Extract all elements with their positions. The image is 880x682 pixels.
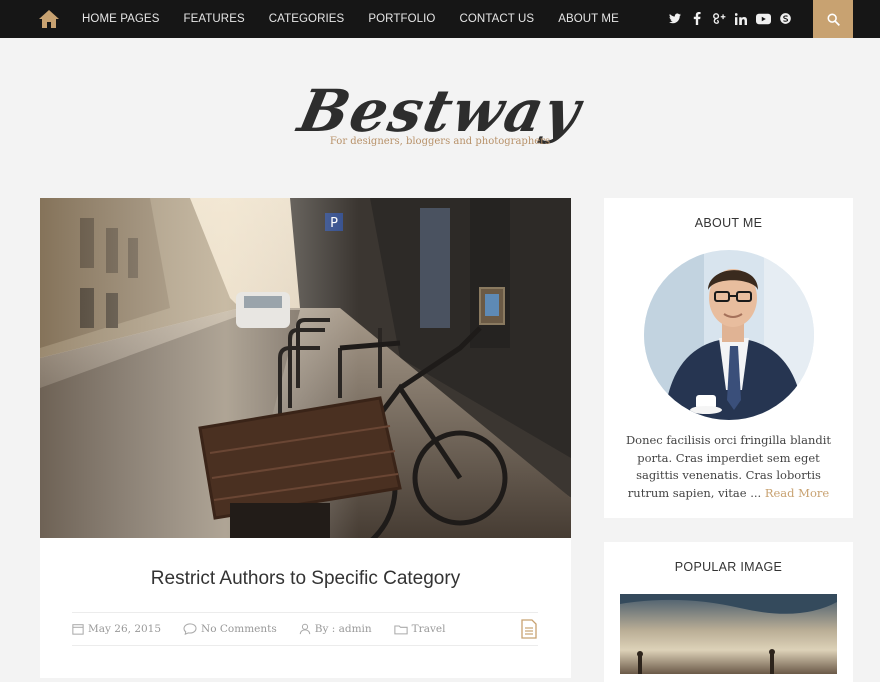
post-card: Restrict Authors to Specific Category Ma…	[40, 538, 571, 678]
twitter-icon[interactable]	[664, 0, 686, 38]
popular-image-thumbnail[interactable]	[620, 594, 837, 674]
comment-icon	[183, 623, 197, 635]
top-navigation-bar: HOME PAGES FEATURES CATEGORIES PORTFOLIO…	[0, 0, 880, 38]
about-me-title: ABOUT ME	[694, 216, 763, 230]
popular-image-title: POPULAR IMAGE	[674, 560, 783, 574]
main-menu: HOME PAGES FEATURES CATEGORIES PORTFOLIO…	[70, 0, 631, 38]
google-plus-icon[interactable]	[708, 0, 730, 38]
read-more-link[interactable]: Read More	[765, 486, 829, 500]
post-date: May 26, 2015	[72, 623, 161, 635]
post-category[interactable]: Travel	[394, 623, 446, 635]
search-button[interactable]	[813, 0, 853, 38]
site-tagline: For designers, bloggers and photographer…	[329, 136, 551, 147]
nav-item-about-me[interactable]: ABOUT ME	[546, 0, 631, 38]
post-title[interactable]: Restrict Authors to Specific Category	[40, 568, 571, 590]
user-icon	[299, 623, 310, 635]
post-comments-text[interactable]: No Comments	[201, 623, 277, 635]
nav-item-features[interactable]: FEATURES	[171, 0, 256, 38]
nav-item-contact-us[interactable]: CONTACT US	[447, 0, 546, 38]
home-icon[interactable]	[38, 9, 60, 29]
youtube-icon[interactable]	[752, 0, 774, 38]
post-author-text[interactable]: By : admin	[315, 623, 372, 635]
document-icon	[521, 619, 537, 639]
calendar-icon	[72, 624, 84, 635]
search-icon	[827, 13, 840, 26]
popular-image-widget: POPULAR IMAGE	[604, 542, 853, 682]
facebook-icon[interactable]	[686, 0, 708, 38]
post-comments[interactable]: No Comments	[183, 623, 277, 635]
social-links	[664, 0, 796, 38]
nav-item-portfolio[interactable]: PORTFOLIO	[356, 0, 447, 38]
linkedin-icon[interactable]	[730, 0, 752, 38]
nav-item-home-pages[interactable]: HOME PAGES	[70, 0, 171, 38]
folder-icon	[394, 624, 408, 634]
post-date-text: May 26, 2015	[88, 623, 162, 635]
skype-icon[interactable]	[774, 0, 796, 38]
avatar	[644, 250, 814, 420]
about-me-text: Donec facilisis orci fringilla blandit p…	[620, 432, 837, 502]
post-meta: May 26, 2015 No Comments By : admin Trav…	[72, 612, 538, 646]
post-featured-image[interactable]: P	[40, 198, 571, 538]
post-category-text[interactable]: Travel	[412, 623, 446, 635]
nav-item-categories[interactable]: CATEGORIES	[257, 0, 357, 38]
post-author[interactable]: By : admin	[299, 623, 372, 635]
about-me-widget: ABOUT ME Donec facilisis orci fringilla …	[604, 198, 853, 518]
